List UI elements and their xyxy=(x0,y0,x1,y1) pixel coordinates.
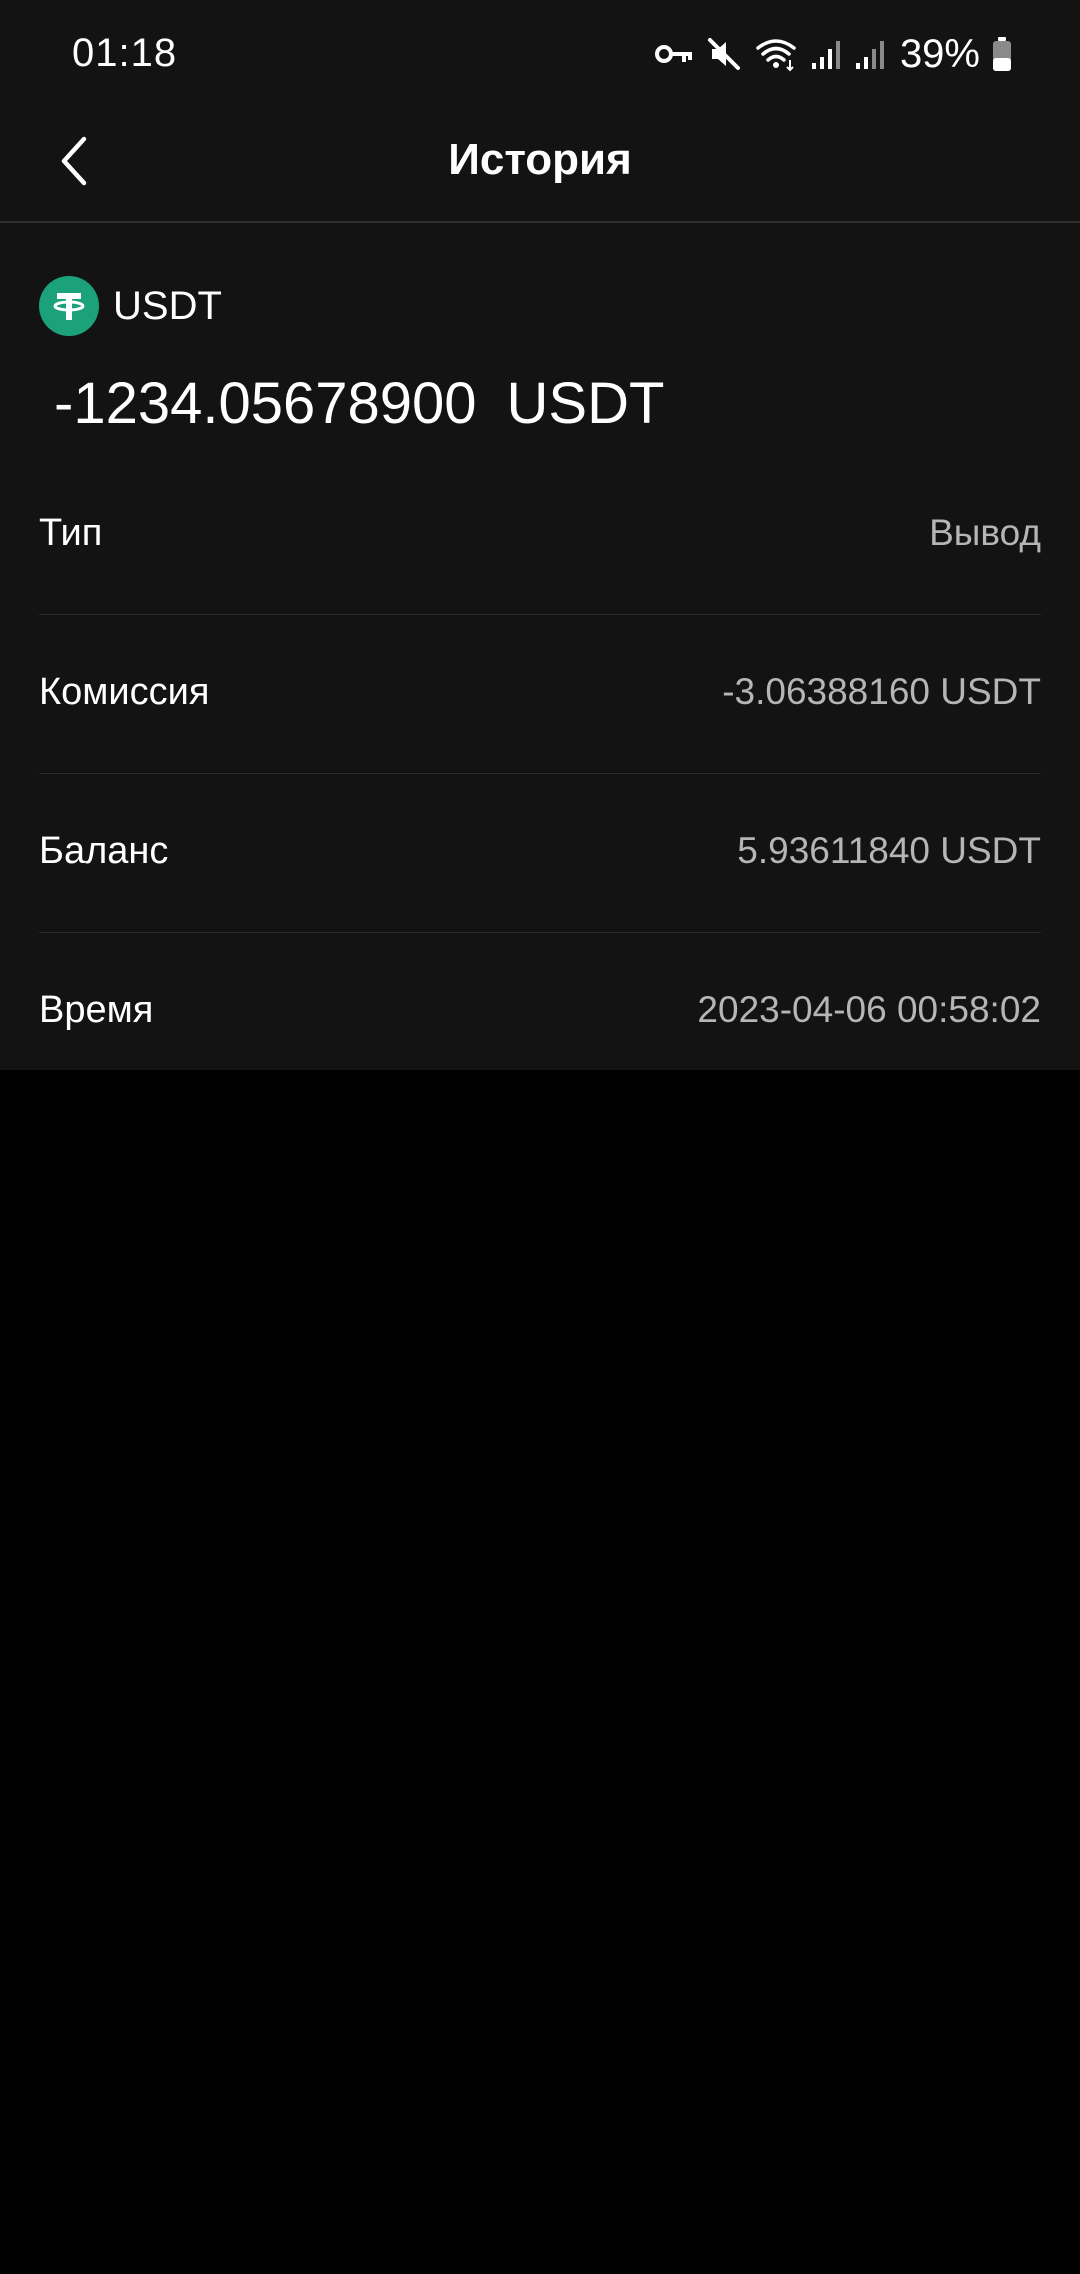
status-icons: 39% xyxy=(654,30,1012,78)
page-title: История xyxy=(448,135,632,184)
vpn-key-icon xyxy=(654,39,694,69)
battery-icon xyxy=(992,36,1012,72)
tether-icon xyxy=(39,276,99,336)
details-list: Тип Вывод Комиссия -3.06388160 USDT Бала… xyxy=(39,456,1041,1091)
detail-row-time: Время 2023-04-06 00:58:02 xyxy=(39,933,1041,1091)
signal-icon xyxy=(810,37,842,71)
detail-row-balance: Баланс 5.93611840 USDT xyxy=(39,774,1041,933)
asset-row: USDT xyxy=(39,276,222,336)
detail-value: 5.93611840 USDT xyxy=(737,830,1041,871)
status-time: 01:18 xyxy=(72,31,178,75)
battery-percent: 39% xyxy=(899,32,980,76)
detail-value: Вывод xyxy=(929,512,1041,553)
amount-value: -1234.05678900 xyxy=(54,371,477,436)
detail-label: Комиссия xyxy=(39,671,210,713)
detail-label: Тип xyxy=(39,512,103,554)
asset-name: USDT xyxy=(113,284,222,328)
detail-row-fee: Комиссия -3.06388160 USDT xyxy=(39,615,1041,774)
signal-icon xyxy=(854,37,886,71)
detail-label: Баланс xyxy=(39,830,169,872)
transaction-amount: -1234.05678900 USDT xyxy=(54,366,664,442)
status-bar: 01:18 39% xyxy=(0,0,1080,105)
amount-unit: USDT xyxy=(506,371,665,436)
app-header: История xyxy=(0,105,1080,223)
wifi-icon xyxy=(754,36,798,72)
detail-row-type: Тип Вывод xyxy=(39,456,1041,615)
mute-icon xyxy=(706,36,742,72)
detail-label: Время xyxy=(39,989,154,1031)
detail-value: -3.06388160 USDT xyxy=(722,671,1041,712)
detail-value: 2023-04-06 00:58:02 xyxy=(697,989,1041,1030)
